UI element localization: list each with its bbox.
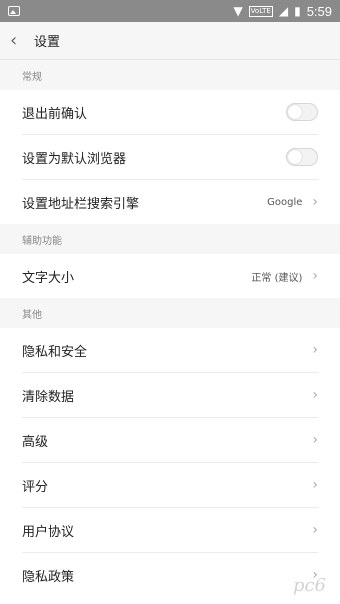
clock: 5:59 <box>306 3 332 19</box>
search-engine-row[interactable]: 设置地址栏搜索引擎 Google › <box>22 180 318 224</box>
status-bar: ▼ VoLTE ◢ ▮ 5:59 <box>0 0 340 22</box>
volte-indicator: VoLTE <box>248 5 273 17</box>
section-header-general: 常规 <box>0 60 340 90</box>
battery-icon: ▮ <box>294 4 301 18</box>
row-label: 设置为默认浏览器 <box>22 151 127 167</box>
chevron-right-icon: › <box>312 342 318 358</box>
chevron-right-icon: › <box>312 477 318 493</box>
chevron-right-icon: › <box>312 194 318 210</box>
row-label: 清除数据 <box>22 389 75 405</box>
privacy-policy-row[interactable]: 隐私政策 › <box>22 553 318 597</box>
row-label: 隐私政策 <box>22 569 75 585</box>
default-browser-toggle[interactable] <box>286 148 318 166</box>
exit-confirm-row[interactable]: 退出前确认 <box>22 90 318 135</box>
advanced-row[interactable]: 高级 › <box>22 418 318 463</box>
section-accessibility: 文字大小 正常 (建议) › <box>0 254 340 298</box>
exit-confirm-toggle[interactable] <box>286 103 318 121</box>
chevron-right-icon: › <box>312 387 318 403</box>
page-title: 设置 <box>34 35 61 50</box>
section-general: 退出前确认 设置为默认浏览器 设置地址栏搜索引擎 Google › <box>0 90 340 224</box>
toggle-knob <box>288 105 302 119</box>
toggle-knob <box>288 150 302 164</box>
row-label: 退出前确认 <box>22 106 88 122</box>
text-size-value: 正常 (建议) <box>251 272 303 284</box>
section-other: 隐私和安全 › 清除数据 › 高级 › 评分 › 用户协议 › 隐私政策 › <box>0 328 340 597</box>
row-label: 隐私和安全 <box>22 344 88 360</box>
row-label: 文字大小 <box>22 270 75 286</box>
clear-data-row[interactable]: 清除数据 › <box>22 373 318 418</box>
text-size-row[interactable]: 文字大小 正常 (建议) › <box>22 254 318 298</box>
default-browser-row[interactable]: 设置为默认浏览器 <box>22 135 318 180</box>
section-header-accessibility: 辅助功能 <box>0 224 340 254</box>
chevron-right-icon: › <box>312 522 318 538</box>
signal-icon: ◢ <box>278 4 289 18</box>
row-label: 设置地址栏搜索引擎 <box>22 196 140 212</box>
toolbar: ‹ 设置 <box>0 22 340 60</box>
section-header-other: 其他 <box>0 298 340 328</box>
row-label: 评分 <box>22 479 49 495</box>
watermark-logo: pc6 <box>292 575 326 596</box>
wifi-icon: ▼ <box>233 4 243 18</box>
chevron-right-icon: › <box>312 268 318 284</box>
user-agreement-row[interactable]: 用户协议 › <box>22 508 318 553</box>
row-label: 高级 <box>22 434 49 450</box>
gallery-notification-icon <box>8 6 20 16</box>
search-engine-value: Google <box>267 196 303 208</box>
rate-row[interactable]: 评分 › <box>22 463 318 508</box>
chevron-right-icon: › <box>312 432 318 448</box>
back-arrow-icon[interactable]: ‹ <box>10 30 30 51</box>
privacy-security-row[interactable]: 隐私和安全 › <box>22 328 318 373</box>
row-label: 用户协议 <box>22 524 75 540</box>
